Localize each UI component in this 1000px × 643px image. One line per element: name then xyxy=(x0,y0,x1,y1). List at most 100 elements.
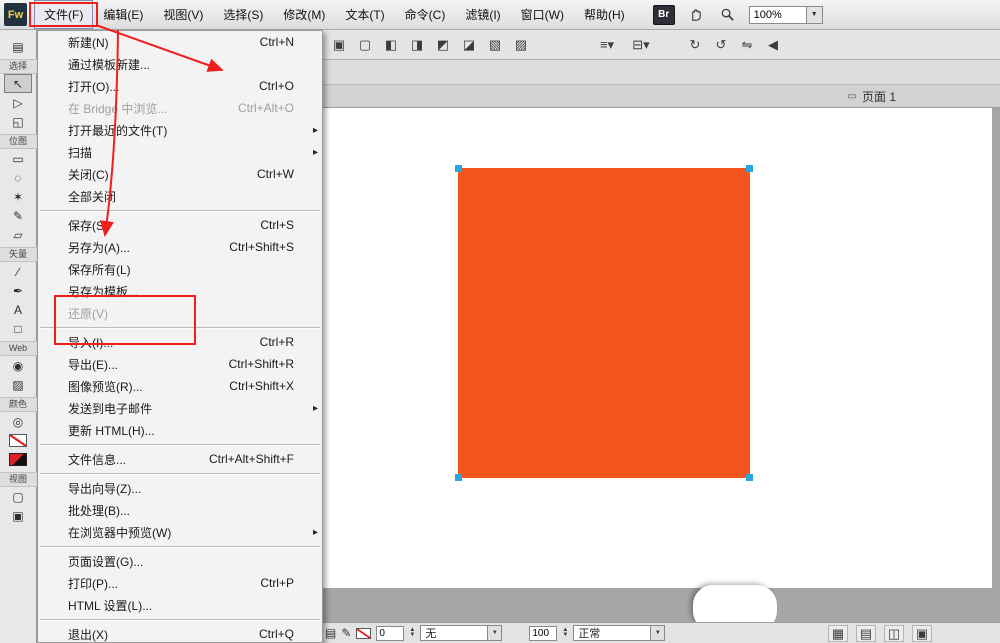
hotspot-tool[interactable]: ◉ xyxy=(4,356,32,375)
file-menu-new-from-template[interactable]: 通过模板新建... xyxy=(38,53,322,75)
pencil-icon[interactable]: ✎ xyxy=(341,627,351,639)
file-menu-update-html[interactable]: 更新 HTML(H)... xyxy=(38,419,322,441)
marquee-tool[interactable]: ▭ xyxy=(4,149,32,168)
file-menu-save-as-template[interactable]: 另存为模板... xyxy=(38,280,322,302)
file-menu-new[interactable]: 新建(N) Ctrl+N xyxy=(38,31,322,53)
toolbar-button-glyph: ▧ xyxy=(488,37,502,52)
align-icon[interactable]: ≡▾ xyxy=(592,34,622,56)
menu-select[interactable]: 选择(S) xyxy=(213,0,273,29)
rectangle-tool[interactable]: □ xyxy=(4,319,32,338)
file-menu-html-setup[interactable]: HTML 设置(L)... xyxy=(38,594,322,616)
chevron-down-icon[interactable]: ▼ xyxy=(487,626,502,640)
new-document-icon[interactable]: ▤ xyxy=(4,37,32,56)
pointer-tool[interactable]: ↖ xyxy=(4,74,32,93)
file-menu-scan[interactable]: 扫描 ▸ xyxy=(38,141,322,163)
rotate-ccw-icon[interactable]: ↺ xyxy=(710,34,732,56)
scale-tool[interactable]: ◱ xyxy=(4,112,32,131)
opacity-stepper[interactable]: ▲ ▼ xyxy=(562,627,568,638)
page-tab[interactable]: ▭ 页面 1 xyxy=(848,88,896,105)
menu-separator xyxy=(38,324,322,331)
distribute-icon[interactable]: ⊟▾ xyxy=(626,34,656,56)
chevron-down-icon[interactable]: ▼ xyxy=(806,5,823,24)
join-icon[interactable]: ◧ xyxy=(380,34,402,56)
pen-tool[interactable]: ✒ xyxy=(4,281,32,300)
menu-commands[interactable]: 命令(C) xyxy=(395,0,456,29)
stroke-color-swatch[interactable] xyxy=(356,627,372,639)
full-screen-mode-button[interactable]: ▣ xyxy=(4,506,32,525)
menu-window[interactable]: 窗口(W) xyxy=(511,0,574,29)
stroke-category-dropdown[interactable]: 无 ▼ xyxy=(420,625,503,641)
file-menu-send-to-email[interactable]: 发送到电子邮件 ▸ xyxy=(38,397,322,419)
rulers-button[interactable]: ▤ xyxy=(856,624,876,642)
select-behind-tool[interactable]: ▷ xyxy=(4,93,32,112)
file-menu-print[interactable]: 打印(P)... Ctrl+P xyxy=(38,572,322,594)
selection-handle-bottom-left[interactable] xyxy=(455,474,462,481)
file-menu-import[interactable]: 导入(I)... Ctrl+R xyxy=(38,331,322,353)
file-menu-open[interactable]: 打开(O)... Ctrl+O xyxy=(38,75,322,97)
file-menu-batch-process[interactable]: 批处理(B)... xyxy=(38,499,322,521)
line-tool[interactable]: ∕ xyxy=(4,262,32,281)
file-menu-file-info[interactable]: 文件信息... Ctrl+Alt+Shift+F xyxy=(38,448,322,470)
file-menu-save-as[interactable]: 另存为(A)... Ctrl+Shift+S xyxy=(38,236,322,258)
ungroup-icon[interactable]: ▢ xyxy=(354,34,376,56)
eyedropper-tool[interactable]: ◎ xyxy=(4,412,32,431)
file-menu-open-recent[interactable]: 打开最近的文件(T) ▸ xyxy=(38,119,322,141)
text-tool[interactable]: A xyxy=(4,300,32,319)
file-menu-save[interactable]: 保存(S) Ctrl+S xyxy=(38,214,322,236)
flip-vertical-icon[interactable]: ◀ xyxy=(762,34,784,56)
standard-screen-mode-button[interactable]: ▢ xyxy=(4,487,32,506)
split-icon[interactable]: ◨ xyxy=(406,34,428,56)
bring-to-front-icon[interactable]: ◩ xyxy=(432,34,454,56)
file-menu-image-preview[interactable]: 图像预览(R)... Ctrl+Shift+X xyxy=(38,375,322,397)
menu-edit[interactable]: 编辑(E) xyxy=(93,0,153,29)
blend-mode-dropdown[interactable]: 正常 ▼ xyxy=(573,625,666,641)
stepper-down-icon[interactable]: ▼ xyxy=(409,632,415,638)
selection-handle-top-left[interactable] xyxy=(455,165,462,172)
menu-item-label: 在浏览器中预览(W) xyxy=(68,525,172,540)
selection-handle-bottom-right[interactable] xyxy=(746,474,753,481)
stroke-size-input[interactable] xyxy=(376,625,405,641)
stepper-down-icon[interactable]: ▼ xyxy=(562,632,568,638)
layers-icon[interactable]: ▤ xyxy=(325,627,336,639)
file-menu-export[interactable]: 导出(E)... Ctrl+Shift+R xyxy=(38,353,322,375)
lasso-tool[interactable]: ◌ xyxy=(4,168,32,187)
opacity-input[interactable] xyxy=(529,625,558,641)
flip-horizontal-icon[interactable]: ⇋ xyxy=(736,34,758,56)
menu-text[interactable]: 文本(T) xyxy=(335,0,394,29)
grid-button[interactable]: ▦ xyxy=(828,624,848,642)
magic-wand-tool[interactable]: ✶ xyxy=(4,187,32,206)
tool-section-label: 位图 xyxy=(8,136,27,146)
fill-color-well[interactable] xyxy=(4,450,32,469)
file-menu-export-wizard[interactable]: 导出向导(Z)... xyxy=(38,477,322,499)
eraser-tool[interactable]: ▱ xyxy=(4,225,32,244)
stroke-color-well[interactable] xyxy=(4,431,32,450)
menu-help[interactable]: 帮助(H) xyxy=(574,0,635,29)
stroke-size-stepper[interactable]: ▲ ▼ xyxy=(409,627,415,638)
slice-tool[interactable]: ▨ xyxy=(4,375,32,394)
menu-view[interactable]: 视图(V) xyxy=(153,0,213,29)
menu-filters[interactable]: 滤镜(I) xyxy=(455,0,510,29)
chevron-down-icon[interactable]: ▼ xyxy=(650,626,665,640)
file-menu-save-all[interactable]: 保存所有(L) xyxy=(38,258,322,280)
send-backward-icon[interactable]: ▧ xyxy=(484,34,506,56)
group-icon[interactable]: ▣ xyxy=(328,34,350,56)
menu-file[interactable]: 文件(F) xyxy=(34,0,94,29)
bring-forward-icon[interactable]: ◪ xyxy=(458,34,480,56)
file-menu-preview-in-browser[interactable]: 在浏览器中预览(W) ▸ xyxy=(38,521,322,543)
rotate-cw-icon[interactable]: ↻ xyxy=(684,34,706,56)
brush-tool[interactable]: ✎ xyxy=(4,206,32,225)
orange-rectangle-object[interactable] xyxy=(455,165,753,481)
guides-button[interactable]: ◫ xyxy=(884,624,904,642)
bridge-button[interactable]: Br xyxy=(652,4,675,25)
file-menu-exit[interactable]: 退出(X) Ctrl+Q xyxy=(38,623,322,642)
file-menu-close-all[interactable]: 全部关闭 xyxy=(38,185,322,207)
menu-modify[interactable]: 修改(M) xyxy=(273,0,335,29)
zoom-tool-button[interactable] xyxy=(717,5,739,25)
send-to-back-icon[interactable]: ▨ xyxy=(510,34,532,56)
file-menu-page-setup[interactable]: 页面设置(G)... xyxy=(38,550,322,572)
selection-handle-top-right[interactable] xyxy=(746,165,753,172)
zoom-level-input[interactable] xyxy=(748,5,807,24)
panels-button[interactable]: ▣ xyxy=(912,624,932,642)
file-menu-close[interactable]: 关闭(C) Ctrl+W xyxy=(38,163,322,185)
hand-tool-button[interactable] xyxy=(685,5,707,25)
